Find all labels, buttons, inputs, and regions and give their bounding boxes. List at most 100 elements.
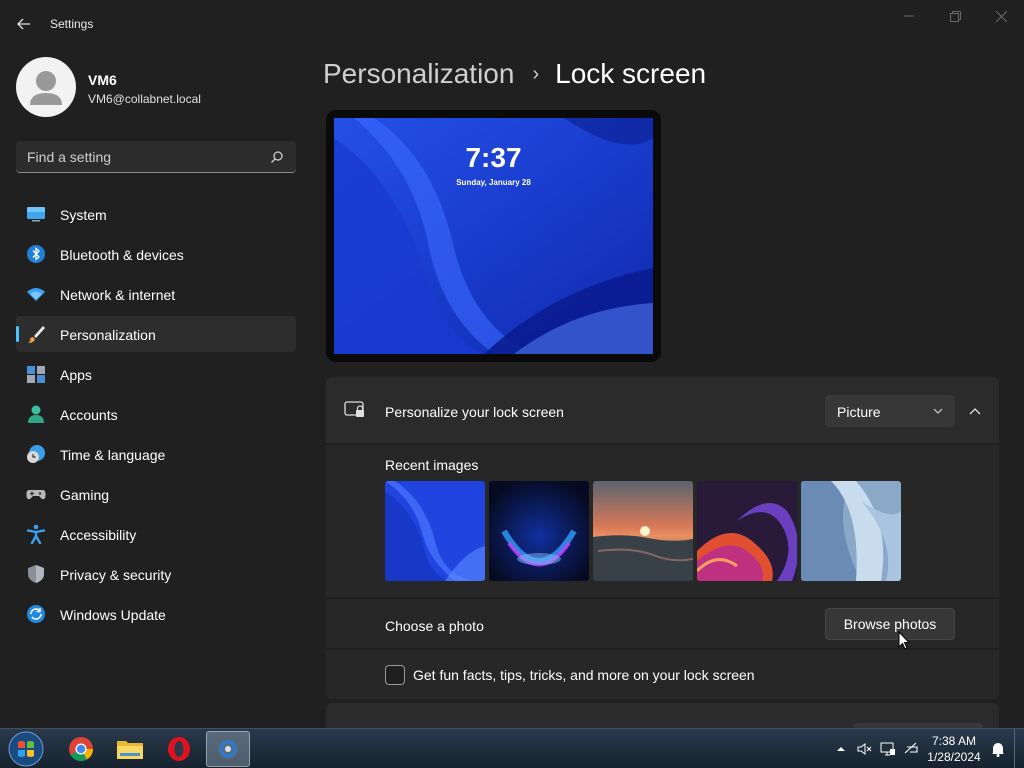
sidebar-item-network[interactable]: Network & internet (16, 276, 296, 312)
fun-facts-row: Get fun facts, tips, tricks, and more on… (326, 650, 999, 699)
sidebar-item-label: Time & language (60, 447, 166, 463)
lock-screen-preview: 7:37 Sunday, January 28 (326, 110, 661, 362)
close-icon (995, 10, 1007, 22)
speaker-muted-icon[interactable] (857, 741, 873, 757)
minimize-button[interactable] (886, 6, 932, 26)
title-bar: Settings (0, 0, 1024, 48)
light-blue-bloom-image (801, 481, 901, 581)
preview-time: 7:37 (465, 142, 522, 173)
fun-facts-checkbox[interactable] (385, 665, 405, 685)
taskbar-clock-time[interactable]: 7:38 AM (920, 734, 988, 748)
sidebar-item-bluetooth[interactable]: Bluetooth & devices (16, 236, 296, 272)
recent-image-3[interactable] (593, 481, 693, 581)
taskbar-chrome[interactable] (59, 731, 103, 767)
person-icon (28, 405, 44, 423)
recent-image-1[interactable] (385, 481, 485, 581)
gamepad-icon (26, 490, 46, 500)
search-icon (271, 151, 283, 163)
sidebar-item-label: Accessibility (60, 527, 137, 543)
restore-button[interactable] (932, 6, 978, 26)
collapse-button[interactable] (964, 397, 986, 425)
sidebar-item-label: Apps (60, 367, 92, 383)
chevron-down-icon (933, 408, 943, 414)
accessibility-icon (26, 524, 46, 544)
sidebar-item-system[interactable]: System (16, 196, 296, 232)
taskbar-clock-date[interactable]: 1/28/2024 (920, 750, 988, 764)
update-icon (27, 605, 45, 623)
purple-swirl-image (697, 481, 797, 581)
sidebar-item-label: Accounts (60, 407, 118, 423)
taskbar: 7:38 AM 1/28/2024 (0, 728, 1024, 768)
page-title: Lock screen (555, 58, 707, 89)
recent-images-list (385, 481, 901, 581)
sidebar-item-label: Windows Update (60, 607, 166, 623)
recent-image-2[interactable] (489, 481, 589, 581)
chrome-icon (69, 737, 93, 762)
lock-screen-icon (344, 401, 364, 417)
sidebar-item-time-language[interactable]: Time & language (16, 436, 296, 472)
taskbar-opera[interactable] (157, 731, 201, 767)
file-explorer-icon (117, 741, 143, 759)
sidebar-item-apps[interactable]: Apps (16, 356, 296, 392)
lock-screen-type-dropdown[interactable]: Picture (825, 395, 955, 427)
taskbar-settings[interactable] (206, 731, 250, 767)
breadcrumb-parent[interactable]: Personalization (323, 58, 514, 90)
recent-image-4[interactable] (697, 481, 797, 581)
avatar[interactable] (16, 57, 76, 117)
close-button[interactable] (978, 6, 1024, 26)
search-input[interactable]: Find a setting (16, 141, 296, 173)
recent-images-section: Recent images (326, 445, 999, 597)
recent-images-label: Recent images (385, 457, 479, 473)
monitor-icon (27, 207, 45, 222)
sidebar-item-privacy-security[interactable]: Privacy & security (16, 556, 296, 592)
settings-icon (218, 739, 238, 759)
breadcrumb-separator: › (532, 62, 540, 85)
personalize-lock-screen-row[interactable]: Personalize your lock screen Picture (326, 377, 999, 443)
restore-icon (949, 10, 961, 22)
recent-image-5[interactable] (801, 481, 901, 581)
opera-icon (168, 737, 190, 761)
browse-photos-button[interactable]: Browse photos (825, 608, 955, 640)
sidebar-nav: System Bluetooth & devices Network & int… (16, 196, 296, 636)
personalize-lock-screen-label: Personalize your lock screen (385, 404, 564, 420)
windows-orb-icon (8, 731, 44, 767)
show-desktop-button[interactable] (1014, 729, 1024, 768)
paintbrush-icon (28, 326, 45, 343)
back-button[interactable] (10, 10, 38, 38)
user-email: VM6@collabnet.local (88, 92, 201, 106)
show-hidden-icons-icon[interactable] (833, 741, 849, 757)
app-title: Settings (50, 17, 94, 31)
sidebar-item-personalization[interactable]: Personalization (16, 316, 296, 352)
user-name: VM6 (88, 72, 117, 88)
taskbar-file-explorer[interactable] (108, 731, 152, 767)
shield-icon (28, 565, 44, 583)
wifi-icon (27, 288, 45, 301)
sidebar-item-windows-update[interactable]: Windows Update (16, 596, 296, 632)
blue-bloom-image (385, 481, 485, 581)
sidebar-item-label: System (60, 207, 107, 223)
sidebar-item-label: Privacy & security (60, 567, 172, 583)
sidebar-item-label: Bluetooth & devices (60, 247, 184, 263)
notifications-icon[interactable] (990, 741, 1006, 757)
sidebar-item-label: Network & internet (60, 287, 176, 303)
network-icon[interactable] (880, 741, 896, 757)
sidebar-item-accessibility[interactable]: Accessibility (16, 516, 296, 552)
fun-facts-label[interactable]: Get fun facts, tips, tricks, and more on… (413, 667, 755, 683)
minimize-icon (904, 15, 914, 17)
sunset-lake-image (593, 481, 693, 581)
user-silhouette-icon (30, 71, 62, 105)
globe-clock-icon (27, 445, 45, 463)
chevron-up-icon (969, 408, 981, 415)
power-icon[interactable] (904, 741, 920, 757)
sidebar-item-accounts[interactable]: Accounts (16, 396, 296, 432)
apps-icon (27, 366, 45, 383)
sidebar-item-gaming[interactable]: Gaming (16, 476, 296, 512)
bluetooth-icon (27, 245, 45, 263)
blue-purple-glow-image (489, 481, 589, 581)
start-button[interactable] (6, 730, 46, 768)
search-placeholder: Find a setting (27, 149, 112, 165)
preview-wallpaper: 7:37 Sunday, January 28 (334, 118, 653, 354)
sidebar-item-label: Personalization (60, 327, 156, 343)
arrow-left-icon (17, 18, 30, 30)
dropdown-value: Picture (837, 404, 881, 420)
